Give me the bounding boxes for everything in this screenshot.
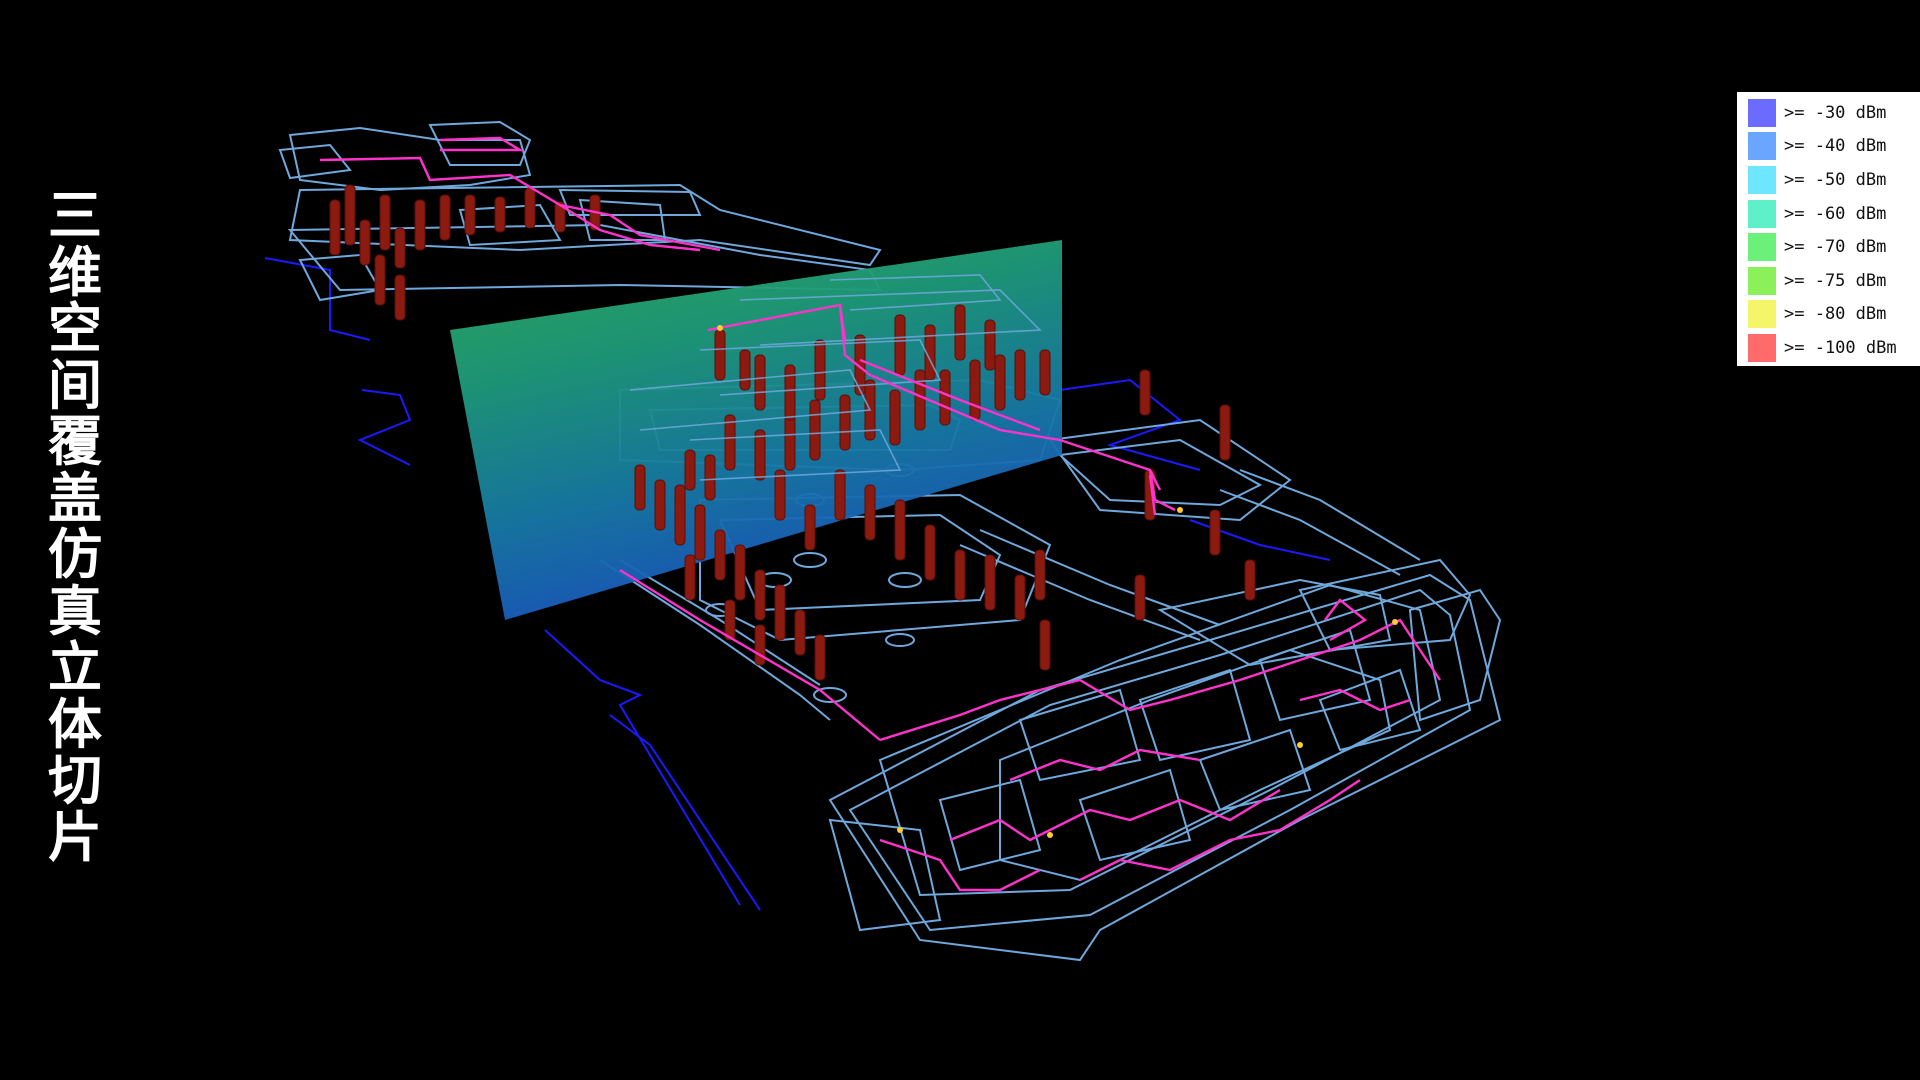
pillar [374, 254, 386, 306]
pillar [814, 339, 826, 401]
pillar [394, 227, 406, 269]
legend-swatch [1748, 132, 1776, 161]
pillar [804, 504, 816, 551]
pillar [714, 329, 726, 381]
legend-swatch [1748, 165, 1776, 194]
pillar [834, 469, 846, 521]
legend-swatch [1748, 300, 1776, 329]
pillar [889, 389, 901, 446]
legend-row: >= -70 dBm [1737, 230, 1920, 264]
viewport[interactable]: 三维空间覆盖仿真立体切片 >= -30 dBm >= -40 dBm >= -5… [0, 0, 1920, 1080]
legend-label: >= -75 dBm [1784, 270, 1887, 291]
pillar [754, 569, 766, 621]
pillar [754, 354, 766, 411]
legend-label: >= -60 dBm [1784, 203, 1887, 224]
pillar [954, 304, 966, 361]
pillar [894, 314, 906, 376]
pillar [784, 414, 796, 471]
legend-label: >= -50 dBm [1784, 169, 1887, 190]
pillar [984, 554, 996, 611]
pillar [464, 194, 476, 236]
pillar [724, 599, 736, 641]
pillar [754, 624, 766, 666]
pillar [839, 394, 851, 451]
pillar [969, 359, 981, 421]
pillar [1139, 369, 1151, 416]
legend-swatch [1748, 333, 1776, 362]
pillar [784, 364, 796, 421]
pillar [1244, 559, 1256, 601]
legend-row: >= -40 dBm [1737, 130, 1920, 164]
legend-label: >= -80 dBm [1784, 304, 1887, 325]
legend-label: >= -30 dBm [1784, 102, 1887, 123]
legend-swatch [1748, 98, 1776, 127]
pillar [739, 349, 751, 391]
pillar [704, 454, 716, 501]
pillar [684, 554, 696, 601]
pillar [674, 484, 686, 546]
pillar [714, 529, 726, 581]
pillar [1014, 349, 1026, 401]
pillar [774, 469, 786, 521]
pillar [814, 634, 826, 681]
pillar [1039, 619, 1051, 671]
legend-swatch [1748, 233, 1776, 262]
pillar [954, 549, 966, 601]
pillar [494, 196, 506, 233]
pillar [684, 449, 696, 491]
pillar [734, 544, 746, 601]
legend-row: >= -50 dBm [1737, 163, 1920, 197]
pillar [694, 504, 706, 561]
pillar [984, 319, 996, 371]
pillar [864, 484, 876, 541]
pillar [344, 184, 356, 246]
pillar [1134, 574, 1146, 621]
pillar [379, 194, 391, 251]
legend-label: >= -100 dBm [1784, 337, 1897, 358]
pillar [794, 609, 806, 656]
building-wireframe [278, 120, 1502, 962]
legend-swatch [1748, 199, 1776, 228]
legend-label: >= -70 dBm [1784, 237, 1887, 258]
legend-row: >= -30 dBm [1737, 96, 1920, 130]
pillar [414, 199, 426, 251]
legend-row: >= -80 dBm [1737, 298, 1920, 332]
pillar [809, 399, 821, 461]
pillar [359, 219, 371, 266]
3d-coverage-scene[interactable] [0, 0, 1920, 1080]
legend-row: >= -100 dBm [1737, 331, 1920, 365]
pillar [939, 369, 951, 426]
pillar [394, 274, 406, 321]
signal-legend: >= -30 dBm >= -40 dBm >= -50 dBm >= -60 dBm… [1737, 92, 1920, 366]
pillar [1014, 574, 1026, 621]
pillar [994, 354, 1006, 411]
pillar [894, 499, 906, 561]
pillar [654, 479, 666, 531]
pillar [754, 429, 766, 481]
legend-row: >= -60 dBm [1737, 197, 1920, 231]
pillar [634, 464, 646, 511]
legend-swatch [1748, 266, 1776, 295]
pillar [774, 584, 786, 641]
pillar [329, 199, 341, 256]
pillar [524, 187, 536, 229]
legend-label: >= -40 dBm [1784, 136, 1887, 157]
pillar [1034, 549, 1046, 601]
pillar [924, 524, 936, 581]
pillar [914, 369, 926, 431]
legend-row: >= -75 dBm [1737, 264, 1920, 298]
pillar [1039, 349, 1051, 396]
pillar [439, 194, 451, 241]
pillar [1219, 404, 1231, 461]
pillar [1209, 509, 1221, 556]
coverage-slice-plane [450, 240, 1062, 620]
